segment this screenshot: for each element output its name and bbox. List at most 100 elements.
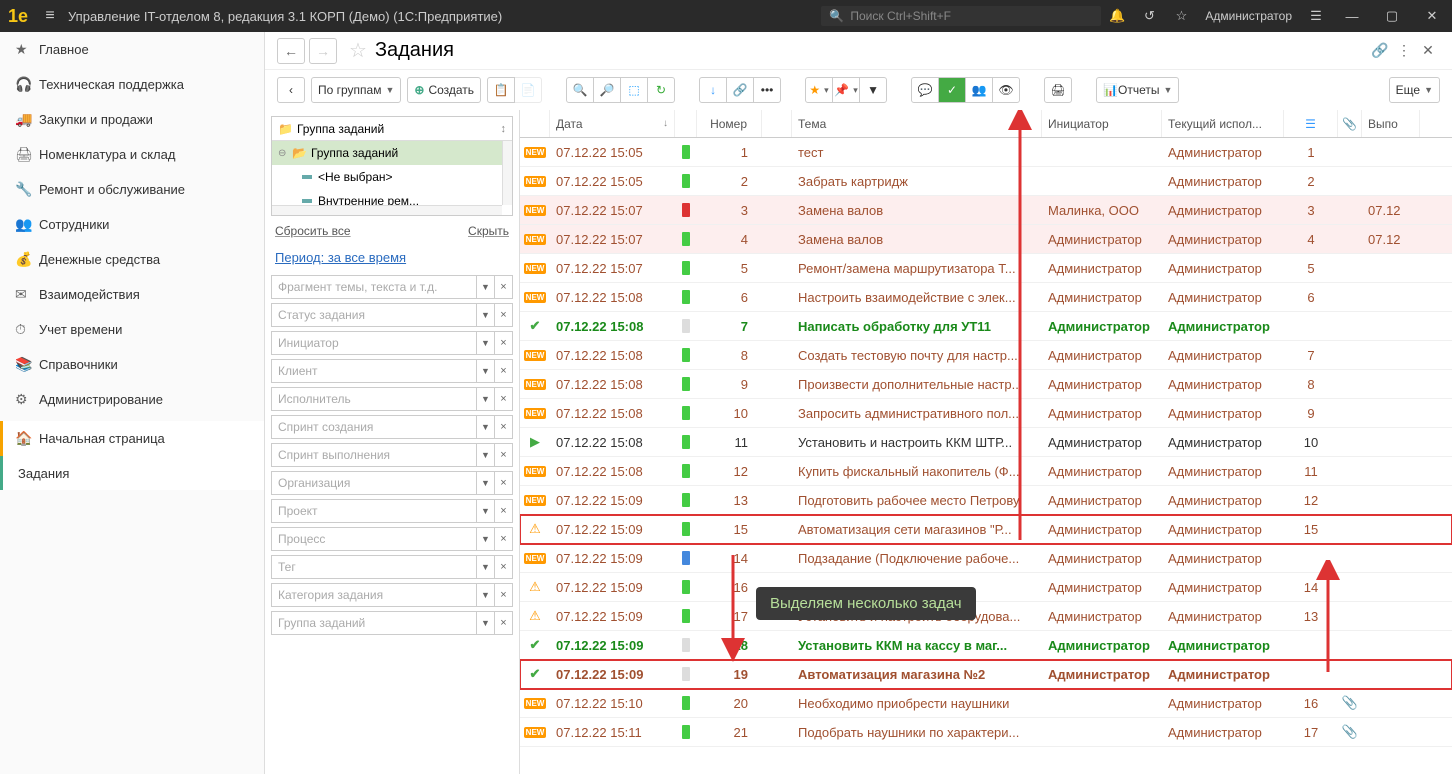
clear-icon[interactable]: ×: [495, 359, 513, 383]
clear-icon[interactable]: ×: [495, 303, 513, 327]
v-scrollbar[interactable]: [502, 141, 512, 205]
watch-button[interactable]: 👁: [992, 77, 1020, 103]
clear-search-button[interactable]: 🔎: [593, 77, 621, 103]
group-mode-button[interactable]: По группам▼: [311, 77, 401, 103]
clear-icon[interactable]: ×: [495, 443, 513, 467]
table-row[interactable]: NEW 07.12.22 15:07 5 Ремонт/замена маршр…: [520, 254, 1452, 283]
settings-icon[interactable]: ☰: [1300, 8, 1332, 24]
link-icon[interactable]: 🔗: [1368, 42, 1392, 59]
sidebar-item[interactable]: ⚙Администрирование: [0, 382, 264, 417]
options-icon[interactable]: ⋮: [1392, 42, 1416, 59]
clear-icon[interactable]: ×: [495, 331, 513, 355]
th-due[interactable]: Выпо: [1362, 110, 1420, 137]
chevron-down-icon[interactable]: ▼: [477, 331, 495, 355]
table-row[interactable]: ✔ 07.12.22 15:09 19 Автоматизация магази…: [520, 660, 1452, 689]
sidebar-item[interactable]: ★Главное: [0, 32, 264, 67]
th-executor[interactable]: Текущий испол...: [1162, 110, 1284, 137]
filter-input[interactable]: Спринт выполнения: [271, 443, 477, 467]
filter-input[interactable]: Проект: [271, 499, 477, 523]
maximize-button[interactable]: ▢: [1372, 8, 1412, 24]
filter-input[interactable]: Клиент: [271, 359, 477, 383]
chevron-down-icon[interactable]: ▼: [477, 527, 495, 551]
filter-input[interactable]: Группа заданий: [271, 611, 477, 635]
sidebar-item[interactable]: 🖨Номенклатура и склад: [0, 137, 264, 172]
comment-button[interactable]: 💬: [911, 77, 939, 103]
filter-input[interactable]: Статус задания: [271, 303, 477, 327]
chevron-down-icon[interactable]: ▼: [477, 443, 495, 467]
reports-button[interactable]: 📊 Отчеты▼: [1096, 77, 1179, 103]
clear-icon[interactable]: ×: [495, 499, 513, 523]
h-scrollbar[interactable]: [272, 205, 502, 215]
filter-input[interactable]: Категория задания: [271, 583, 477, 607]
close-button[interactable]: ✕: [1412, 8, 1452, 24]
sidebar-item[interactable]: 📚Справочники: [0, 347, 264, 382]
table-row[interactable]: NEW 07.12.22 15:05 2 Забрать картридж Ад…: [520, 167, 1452, 196]
sidebar-item[interactable]: 👥Сотрудники: [0, 207, 264, 242]
open-tab[interactable]: Задания: [0, 456, 264, 490]
bell-icon[interactable]: 🔔: [1101, 8, 1133, 24]
filter-input[interactable]: Тег: [271, 555, 477, 579]
star-icon[interactable]: ☆: [1165, 8, 1197, 24]
chevron-down-icon[interactable]: ▼: [477, 583, 495, 607]
clear-icon[interactable]: ×: [495, 555, 513, 579]
table-row[interactable]: ⚠ 07.12.22 15:09 16 Администратор Админи…: [520, 573, 1452, 602]
th-date[interactable]: Дата↓: [550, 110, 675, 137]
th-theme[interactable]: Тема: [792, 110, 1042, 137]
hamburger-icon[interactable]: ≡: [36, 7, 64, 25]
clear-icon[interactable]: ×: [495, 611, 513, 635]
clear-icon[interactable]: ×: [495, 387, 513, 411]
paste-button[interactable]: 📄: [514, 77, 542, 103]
tree-item[interactable]: <Не выбран>: [272, 165, 512, 189]
link-button[interactable]: 🔗: [726, 77, 754, 103]
create-button[interactable]: ⊕Создать: [407, 77, 481, 103]
sidebar-item[interactable]: 🎧Техническая поддержка: [0, 67, 264, 102]
clear-icon[interactable]: ×: [495, 583, 513, 607]
sidebar-item[interactable]: ⏱Учет времени: [0, 312, 264, 347]
th-type[interactable]: [762, 110, 792, 137]
filter-input[interactable]: Фрагмент темы, текста и т.д.: [271, 275, 477, 299]
favorite-icon[interactable]: ☆: [349, 38, 367, 63]
sidebar-item[interactable]: 💰Денежные средства: [0, 242, 264, 277]
calendar-button[interactable]: •••: [753, 77, 781, 103]
th-initiator[interactable]: Инициатор: [1042, 110, 1162, 137]
forward-button[interactable]: →: [309, 38, 337, 64]
table-row[interactable]: NEW 07.12.22 15:07 3 Замена валов Малинк…: [520, 196, 1452, 225]
th-status[interactable]: [675, 110, 697, 137]
table-row[interactable]: ⚠ 07.12.22 15:09 15 Автоматизация сети м…: [520, 515, 1452, 544]
reset-filters-link[interactable]: Сбросить все: [275, 224, 351, 238]
pin-button[interactable]: 📌▾: [832, 77, 860, 103]
table-row[interactable]: ✔ 07.12.22 15:08 7 Написать обработку дл…: [520, 312, 1452, 341]
sidebar-item[interactable]: 🚚Закупки и продажи: [0, 102, 264, 137]
th-num[interactable]: Номер: [697, 110, 762, 137]
table-row[interactable]: NEW 07.12.22 15:07 4 Замена валов Админи…: [520, 225, 1452, 254]
filter-input[interactable]: Инициатор: [271, 331, 477, 355]
search-button[interactable]: 🔍: [566, 77, 594, 103]
chevron-down-icon[interactable]: ▼: [477, 611, 495, 635]
th-icon[interactable]: [520, 110, 550, 137]
history-icon[interactable]: ↺: [1133, 8, 1165, 24]
table-row[interactable]: NEW 07.12.22 15:08 8 Создать тестовую по…: [520, 341, 1452, 370]
clear-icon[interactable]: ×: [495, 471, 513, 495]
tree-root[interactable]: ⊖ 📂 Группа заданий: [272, 141, 512, 165]
sidebar-item[interactable]: 🔧Ремонт и обслуживание: [0, 172, 264, 207]
approve-button[interactable]: ✓: [938, 77, 966, 103]
filter-input[interactable]: Процесс: [271, 527, 477, 551]
global-search[interactable]: 🔍 Поиск Ctrl+Shift+F: [821, 6, 1101, 26]
current-user[interactable]: Администратор: [1197, 9, 1300, 23]
collapse-button[interactable]: ‹: [277, 77, 305, 103]
chevron-down-icon[interactable]: ▼: [477, 275, 495, 299]
table-row[interactable]: NEW 07.12.22 15:08 10 Запросить админист…: [520, 399, 1452, 428]
sidebar-item[interactable]: ✉Взаимодействия: [0, 277, 264, 312]
table-row[interactable]: NEW 07.12.22 15:11 21 Подобрать наушники…: [520, 718, 1452, 747]
priority-button[interactable]: ↓: [699, 77, 727, 103]
back-button[interactable]: ←: [277, 38, 305, 64]
filter-input[interactable]: Спринт создания: [271, 415, 477, 439]
copy-button[interactable]: 📋: [487, 77, 515, 103]
chevron-down-icon[interactable]: ▼: [477, 471, 495, 495]
delegate-button[interactable]: 👥: [965, 77, 993, 103]
refresh-button[interactable]: ↻: [647, 77, 675, 103]
clear-icon[interactable]: ×: [495, 275, 513, 299]
table-row[interactable]: ⚠ 07.12.22 15:09 17 Установить и настрои…: [520, 602, 1452, 631]
more-button[interactable]: Еще▼: [1389, 77, 1440, 103]
chevron-down-icon[interactable]: ▼: [477, 415, 495, 439]
